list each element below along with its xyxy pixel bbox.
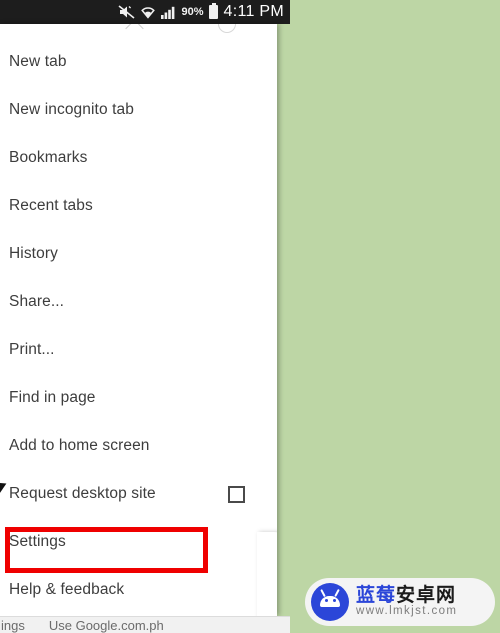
refresh-icon[interactable] xyxy=(218,24,236,33)
menu-item-label: Help & feedback xyxy=(9,581,125,598)
signal-icon xyxy=(161,6,176,19)
menu-item-list: New tab New incognito tab Bookmarks Rece… xyxy=(0,38,277,614)
eye-left xyxy=(325,599,328,602)
menu-item-share[interactable]: Share... xyxy=(0,278,277,326)
menu-item-recent-tabs[interactable]: Recent tabs xyxy=(0,182,277,230)
menu-top-icon-row xyxy=(0,24,277,38)
menu-item-label: Print... xyxy=(9,341,55,358)
menu-item-label: Settings xyxy=(9,533,66,550)
bottom-center-label[interactable]: Use Google.com.ph xyxy=(49,618,164,633)
menu-item-add-to-home-screen[interactable]: Add to home screen xyxy=(0,422,277,470)
browser-overflow-menu: New tab New incognito tab Bookmarks Rece… xyxy=(0,24,277,616)
menu-item-print[interactable]: Print... xyxy=(0,326,277,374)
panel-press-bulge xyxy=(257,532,277,616)
menu-item-label: Recent tabs xyxy=(9,197,93,214)
phone-screenshot: 90% 4:11 PM New tab New incognito tab Bo… xyxy=(0,0,500,633)
watermark-url: www.lmkjst.com xyxy=(356,605,458,618)
antenna-right xyxy=(334,588,341,598)
mute-icon xyxy=(118,5,135,19)
menu-item-label: Request desktop site xyxy=(9,485,156,502)
site-watermark: 蓝莓安卓网 www.lmkjst.com xyxy=(305,578,495,626)
menu-item-label: History xyxy=(9,245,58,262)
android-robot-icon xyxy=(311,583,349,621)
bottom-left-label[interactable]: ings xyxy=(1,618,25,633)
menu-item-label: Share... xyxy=(9,293,65,310)
battery-icon xyxy=(208,3,218,19)
status-bar: 90% 4:11 PM xyxy=(0,0,290,24)
page-bottom-bar: ings Use Google.com.ph xyxy=(0,616,290,633)
menu-item-new-incognito-tab[interactable]: New incognito tab xyxy=(0,86,277,134)
menu-item-new-tab[interactable]: New tab xyxy=(0,38,277,86)
watermark-brand-blue: 蓝莓 xyxy=(356,585,397,607)
menu-item-label: Find in page xyxy=(9,389,96,406)
menu-item-bookmarks[interactable]: Bookmarks xyxy=(0,134,277,182)
eye-right xyxy=(333,599,336,602)
menu-item-request-desktop-site[interactable]: Request desktop site xyxy=(0,470,277,518)
menu-item-label: Bookmarks xyxy=(9,149,88,166)
menu-item-settings[interactable]: Settings xyxy=(0,518,277,566)
wifi-icon xyxy=(140,5,156,19)
watermark-brand-dark: 安卓网 xyxy=(396,585,457,607)
watermark-brand: 蓝莓安卓网 xyxy=(356,586,457,605)
antenna-left xyxy=(320,588,327,598)
menu-item-label: Add to home screen xyxy=(9,437,150,454)
watermark-text-block: 蓝莓安卓网 www.lmkjst.com xyxy=(356,586,457,618)
menu-item-label: New tab xyxy=(9,53,67,70)
menu-item-help-feedback[interactable]: Help & feedback xyxy=(0,566,277,614)
cursor-pointer-icon xyxy=(0,481,8,498)
menu-item-history[interactable]: History xyxy=(0,230,277,278)
battery-percent-label: 90% xyxy=(181,5,204,18)
status-bar-clock: 4:11 PM xyxy=(223,3,284,20)
menu-item-label: New incognito tab xyxy=(9,101,134,118)
up-chevron-icon[interactable] xyxy=(125,24,144,38)
menu-item-find-in-page[interactable]: Find in page xyxy=(0,374,277,422)
request-desktop-site-checkbox[interactable] xyxy=(228,485,245,503)
